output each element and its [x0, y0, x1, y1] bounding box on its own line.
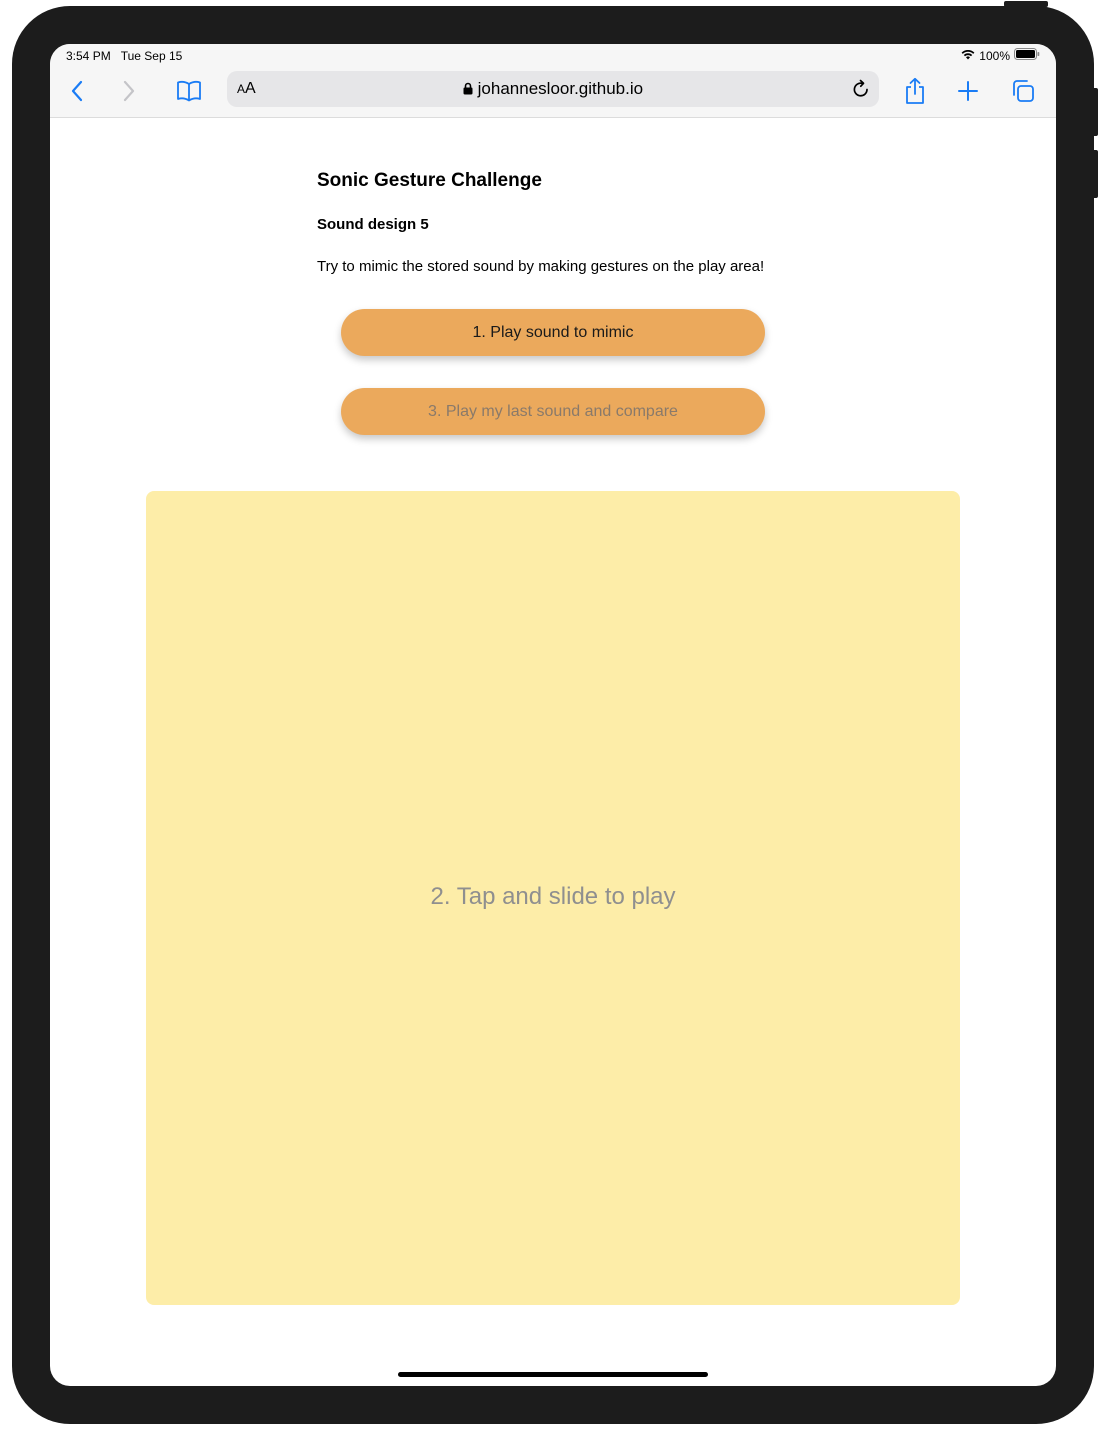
instructions-text: Try to mimic the stored sound by making …	[317, 258, 765, 275]
browser-toolbar: AA johannesloor.github.io	[50, 66, 1056, 118]
share-icon[interactable]	[900, 76, 930, 106]
url-text: johannesloor.github.io	[477, 79, 644, 98]
screen: 3:54 PM Tue Sep 15 100% AA johannesloor.…	[50, 44, 1056, 1386]
volume-down-button	[1092, 150, 1098, 198]
lock-icon	[463, 79, 478, 98]
status-bar: 3:54 PM Tue Sep 15 100%	[50, 44, 1056, 66]
top-button	[1004, 1, 1048, 7]
forward-icon[interactable]	[114, 76, 144, 106]
status-date: Tue Sep 15	[120, 49, 183, 63]
home-indicator[interactable]	[398, 1372, 708, 1377]
play-sound-button[interactable]: 1. Play sound to mimic	[341, 309, 765, 356]
reload-icon[interactable]	[851, 78, 871, 105]
play-area[interactable]: 2. Tap and slide to play	[146, 491, 960, 1305]
wifi-icon	[961, 49, 975, 63]
new-tab-icon[interactable]	[953, 76, 983, 106]
battery-icon	[1014, 48, 1040, 63]
status-time: 3:54 PM Tue Sep 15	[66, 49, 182, 63]
url-display[interactable]: johannesloor.github.io	[227, 79, 879, 99]
page-title: Sonic Gesture Challenge	[317, 170, 542, 191]
back-icon[interactable]	[62, 76, 92, 106]
bookmarks-icon[interactable]	[174, 76, 204, 106]
status-clock: 3:54 PM	[66, 49, 111, 63]
play-last-sound-button[interactable]: 3. Play my last sound and compare	[341, 388, 765, 435]
volume-up-button	[1092, 88, 1098, 136]
battery-percent: 100%	[979, 48, 1010, 63]
tabs-icon[interactable]	[1008, 76, 1038, 106]
play-area-label: 2. Tap and slide to play	[430, 883, 676, 910]
address-bar[interactable]: AA johannesloor.github.io	[227, 71, 879, 107]
sound-design-heading: Sound design 5	[317, 216, 429, 233]
status-indicators: 100%	[961, 48, 1040, 63]
